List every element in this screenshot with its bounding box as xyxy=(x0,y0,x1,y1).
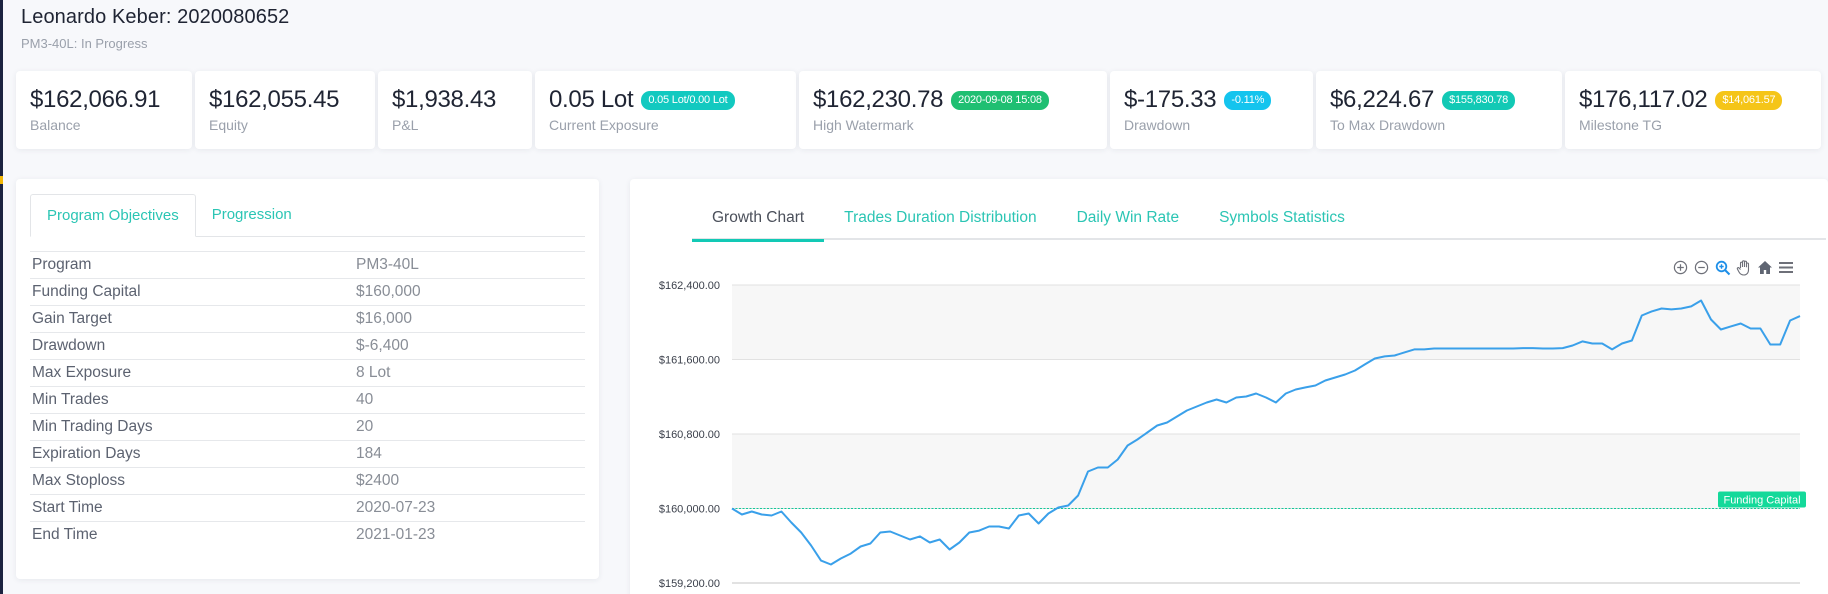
tab-progression[interactable]: Progression xyxy=(196,194,308,237)
y-tick-label: $162,400.00 xyxy=(659,280,720,292)
program-objectives-panel: Program Objectives Progression Program PM… xyxy=(16,179,599,579)
page-title: Leonardo Keber: 2020080652 xyxy=(21,6,290,28)
tab-program-objectives[interactable]: Program Objectives xyxy=(30,194,196,237)
stat-value: $6,224.67 xyxy=(1330,86,1435,113)
row-value: $160,000 xyxy=(356,283,421,300)
stat-card-high-watermark: $162,230.78 2020-09-08 15:08 High Waterm… xyxy=(799,71,1107,149)
max-drawdown-badge: $155,830.78 xyxy=(1442,90,1516,110)
stat-card-pnl: $1,938.43 P&L xyxy=(378,71,532,149)
row-value: $-6,400 xyxy=(356,337,409,354)
row-value: 8 Lot xyxy=(356,364,391,381)
row-key: Max Stoploss xyxy=(32,472,126,489)
row-key: Drawdown xyxy=(32,337,106,354)
stat-value: 0.05 Lot xyxy=(549,86,634,113)
sidebar-edge xyxy=(0,0,3,594)
y-tick-label: $161,600.00 xyxy=(659,355,720,367)
stats-row: $162,066.91 Balance $162,055.45 Equity $… xyxy=(16,71,1824,149)
stat-value: $-175.33 xyxy=(1124,86,1217,113)
row-value: 40 xyxy=(356,391,374,408)
grid-band xyxy=(732,434,1800,509)
row-key: Max Exposure xyxy=(32,364,132,381)
row-key: Funding Capital xyxy=(32,283,141,300)
row-key: End Time xyxy=(32,526,98,543)
table-row: Min Trades 40 xyxy=(30,386,585,413)
stat-value: $176,117.02 xyxy=(1579,86,1708,113)
table-row: Drawdown $-6,400 xyxy=(30,332,585,359)
sidebar-active-marker xyxy=(0,176,3,184)
page-subtitle: PM3-40L: In Progress xyxy=(21,36,148,51)
row-value: $16,000 xyxy=(356,310,413,327)
stat-value: $162,055.45 xyxy=(209,86,340,113)
funding-capital-label: Funding Capital xyxy=(1723,495,1800,507)
row-key: Min Trades xyxy=(32,391,109,408)
row-value: 184 xyxy=(356,445,382,462)
watermark-date-badge: 2020-09-08 15:08 xyxy=(951,90,1049,110)
row-value: $2400 xyxy=(356,472,400,489)
row-key: Expiration Days xyxy=(32,445,141,462)
stat-card-milestone-tg: $176,117.02 $14,061.57 Milestone TG xyxy=(1565,71,1821,149)
row-value: 20 xyxy=(356,418,374,435)
table-row: Max Stoploss $2400 xyxy=(30,467,585,494)
stat-label: Drawdown xyxy=(1124,117,1191,133)
stat-card-current-exposure: 0.05 Lot 0.05 Lot/0.00 Lot Current Expos… xyxy=(535,71,796,149)
row-key: Start Time xyxy=(32,499,103,516)
stat-value: $162,230.78 xyxy=(813,86,944,113)
stat-value: $162,066.91 xyxy=(30,86,161,113)
stat-label: Milestone TG xyxy=(1579,117,1662,133)
exposure-badge: 0.05 Lot/0.00 Lot xyxy=(641,90,735,110)
y-tick-label: $159,200.00 xyxy=(659,578,720,590)
stat-label: Current Exposure xyxy=(549,117,659,133)
table-row: Max Exposure 8 Lot xyxy=(30,359,585,386)
table-row: Gain Target $16,000 xyxy=(30,305,585,332)
drawdown-percent-badge: -0.11% xyxy=(1224,90,1272,110)
page-header: Leonardo Keber: 2020080652 PM3-40L: In P… xyxy=(21,6,289,51)
growth-chart-panel: Growth Chart Trades Duration Distributio… xyxy=(630,179,1828,594)
stat-label: High Watermark xyxy=(813,117,914,133)
stat-label: P&L xyxy=(392,117,419,133)
stat-card-balance: $162,066.91 Balance xyxy=(16,71,192,149)
stat-card-drawdown: $-175.33 -0.11% Drawdown xyxy=(1110,71,1313,149)
growth-chart: $162,400.00 $161,600.00 $160,800.00 $160,00… xyxy=(659,280,1806,590)
row-value: 2020-07-23 xyxy=(356,499,436,516)
table-row: Funding Capital $160,000 xyxy=(30,278,585,305)
stat-card-to-max-drawdown: $6,224.67 $155,830.78 To Max Drawdown xyxy=(1316,71,1562,149)
row-value: PM3-40L xyxy=(356,256,419,273)
objectives-tabs: Program Objectives Progression xyxy=(30,194,585,237)
table-row: Program PM3-40L xyxy=(30,251,585,278)
milestone-badge: $14,061.57 xyxy=(1715,90,1783,110)
row-value: 2021-01-23 xyxy=(356,526,436,543)
stat-label: Equity xyxy=(209,117,248,133)
y-tick-label: $160,000.00 xyxy=(659,504,720,516)
table-row: Expiration Days 184 xyxy=(30,440,585,467)
y-tick-label: $160,800.00 xyxy=(659,429,720,441)
stat-value: $1,938.43 xyxy=(392,86,497,113)
objectives-table: Program PM3-40L Funding Capital $160,000 G… xyxy=(30,251,585,548)
table-row: Start Time 2020-07-23 xyxy=(30,494,585,521)
row-key: Min Trading Days xyxy=(32,418,153,435)
table-row: End Time 2021-01-23 xyxy=(30,521,585,548)
stat-card-equity: $162,055.45 Equity xyxy=(195,71,375,149)
stat-label: To Max Drawdown xyxy=(1330,117,1446,133)
row-key: Gain Target xyxy=(32,310,112,327)
row-key: Program xyxy=(32,256,92,273)
stat-label: Balance xyxy=(30,117,81,133)
table-row: Min Trading Days 20 xyxy=(30,413,585,440)
